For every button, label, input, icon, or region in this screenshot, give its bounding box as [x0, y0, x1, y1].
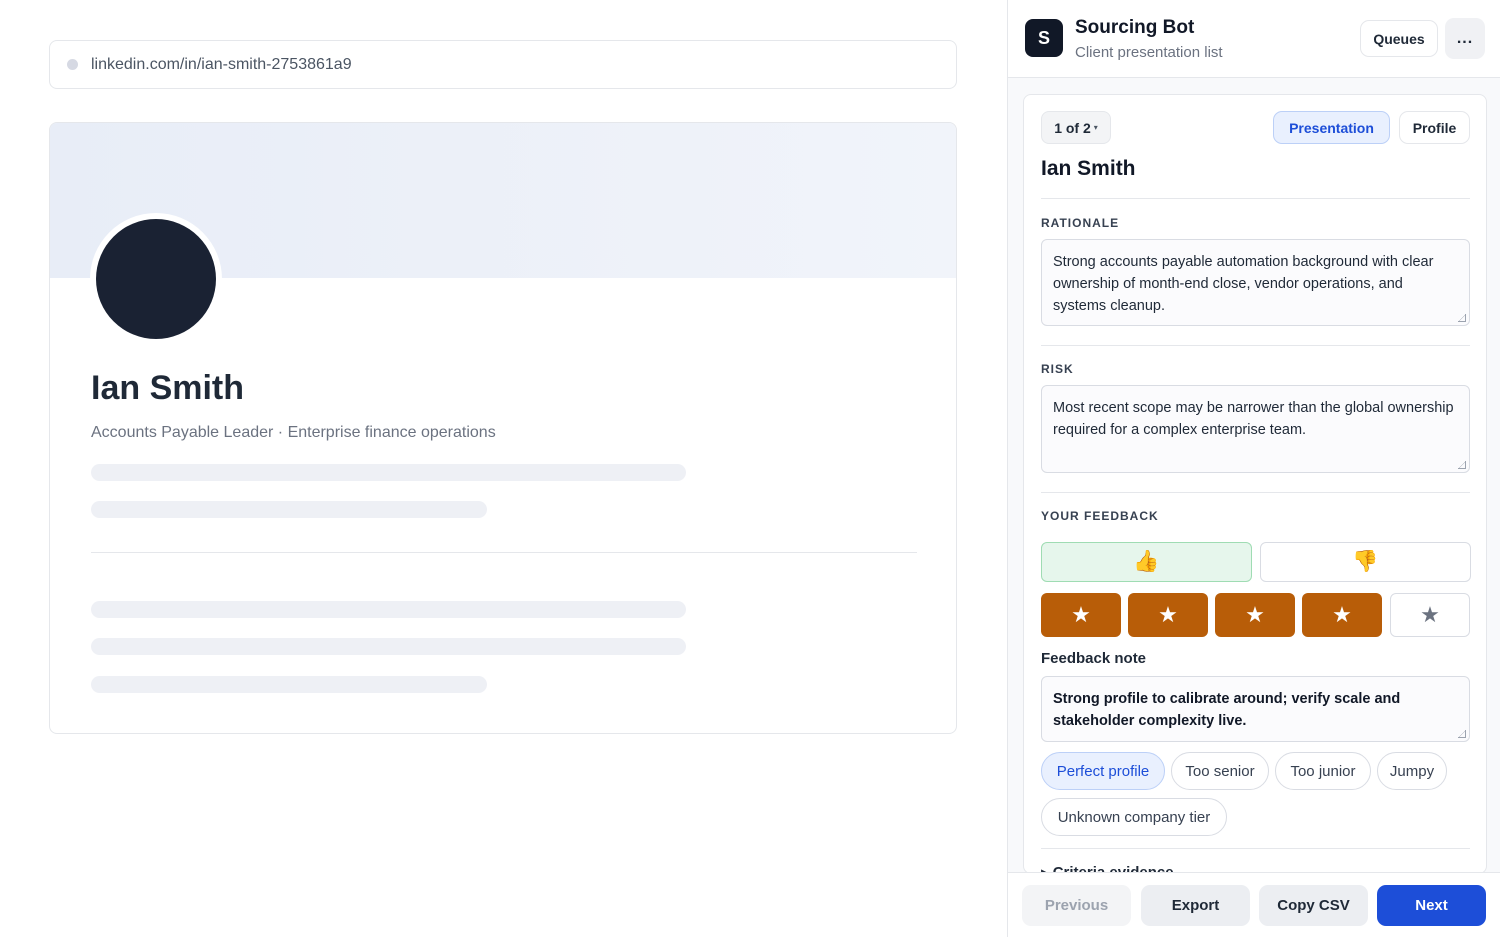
chip-jumpy[interactable]: Jumpy	[1377, 752, 1447, 790]
risk-label: RISK	[1041, 362, 1074, 376]
skeleton-line	[91, 676, 487, 693]
candidate-card: 1 of 2 ▾ Presentation Profile Ian Smith …	[1023, 94, 1487, 874]
skeleton-line	[91, 501, 487, 518]
chip-perfect-profile[interactable]: Perfect profile	[1041, 752, 1165, 790]
divider	[1041, 345, 1470, 346]
pager-label: 1 of 2	[1054, 119, 1091, 136]
star-icon: ★	[1158, 602, 1178, 627]
tab-profile[interactable]: Profile	[1399, 111, 1470, 144]
star-icon: ★	[1332, 602, 1352, 627]
copy-csv-button[interactable]: Copy CSV	[1259, 885, 1368, 926]
profile-headline: Accounts Payable Leader · Enterprise fin…	[91, 424, 496, 441]
feedback-note-textarea[interactable]: Strong profile to calibrate around; veri…	[1041, 676, 1470, 742]
divider	[1041, 492, 1470, 493]
queues-button[interactable]: Queues	[1360, 20, 1438, 57]
resize-handle-icon[interactable]	[1458, 314, 1466, 322]
url-bar[interactable]: linkedin.com/in/ian-smith-2753861a9	[49, 40, 957, 89]
star-icon: ★	[1245, 602, 1265, 627]
rationale-label: RATIONALE	[1041, 216, 1120, 230]
chip-too-senior[interactable]: Too senior	[1171, 752, 1269, 790]
risk-textarea[interactable]: Most recent scope may be narrower than t…	[1041, 385, 1470, 473]
caret-down-icon: ▾	[1093, 123, 1098, 132]
thumbs-down-button[interactable]: 👎	[1260, 542, 1471, 582]
skeleton-line	[91, 638, 686, 655]
skeleton-line	[91, 464, 686, 481]
star-3-button[interactable]: ★	[1215, 593, 1295, 637]
divider	[1041, 848, 1470, 849]
rationale-text: Strong accounts payable automation backg…	[1053, 254, 1434, 314]
chip-too-junior[interactable]: Too junior	[1275, 752, 1371, 790]
star-5-button[interactable]: ★	[1390, 593, 1470, 637]
app-logo: S	[1025, 19, 1063, 57]
panel-footer: Previous Export Copy CSV Next	[1008, 872, 1500, 937]
chip-unknown-company-tier[interactable]: Unknown company tier	[1041, 798, 1227, 836]
url-text: linkedin.com/in/ian-smith-2753861a9	[91, 55, 352, 73]
more-options-button[interactable]: ...	[1445, 18, 1485, 59]
star-1-button[interactable]: ★	[1041, 593, 1121, 637]
star-2-button[interactable]: ★	[1128, 593, 1208, 637]
profile-name: Ian Smith	[91, 369, 245, 407]
divider	[1041, 198, 1470, 199]
star-icon: ★	[1071, 602, 1091, 627]
app-title: Sourcing Bot	[1075, 17, 1195, 38]
profile-card: Ian Smith Accounts Payable Leader · Ente…	[49, 122, 957, 734]
feedback-note-label: Feedback note	[1041, 650, 1147, 667]
globe-dot-icon	[67, 59, 78, 70]
feedback-label: YOUR FEEDBACK	[1041, 509, 1159, 523]
avatar-ring	[90, 213, 222, 345]
star-4-button[interactable]: ★	[1302, 593, 1382, 637]
rationale-textarea[interactable]: Strong accounts payable automation backg…	[1041, 239, 1470, 326]
thumbs-up-button[interactable]: 👍	[1041, 542, 1252, 582]
app-subtitle: Client presentation list	[1075, 44, 1223, 61]
star-icon: ★	[1420, 602, 1440, 627]
previous-button[interactable]: Previous	[1022, 885, 1131, 926]
risk-text: Most recent scope may be narrower than t…	[1053, 400, 1454, 438]
resize-handle-icon[interactable]	[1458, 461, 1466, 469]
thumbs-down-icon: 👎	[1352, 550, 1379, 573]
sourcing-panel: S Sourcing Bot Client presentation list …	[1007, 0, 1500, 937]
feedback-note-text: Strong profile to calibrate around; veri…	[1053, 691, 1401, 729]
thumbs-up-icon: 👍	[1133, 550, 1160, 573]
profile-divider	[91, 552, 917, 553]
avatar	[96, 219, 216, 339]
skeleton-line	[91, 601, 686, 618]
pager-dropdown[interactable]: 1 of 2 ▾	[1041, 111, 1111, 144]
next-button[interactable]: Next	[1377, 885, 1486, 926]
tab-presentation[interactable]: Presentation	[1273, 111, 1390, 144]
export-button[interactable]: Export	[1141, 885, 1250, 926]
panel-header: S Sourcing Bot Client presentation list …	[1008, 0, 1500, 78]
candidate-name: Ian Smith	[1041, 157, 1136, 180]
resize-handle-icon[interactable]	[1458, 730, 1466, 738]
